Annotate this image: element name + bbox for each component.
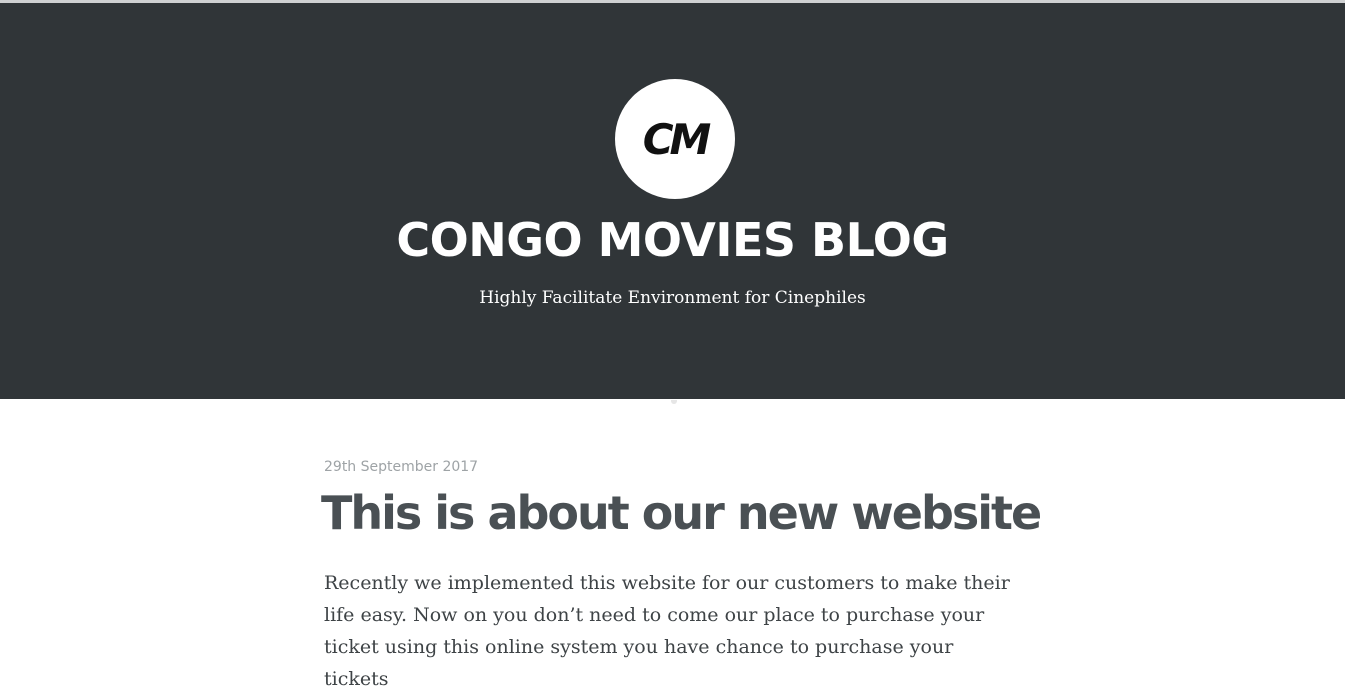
post: 29th September 2017 This is about our ne…	[321, 458, 1042, 695]
site-logo[interactable]: CM	[615, 79, 735, 199]
cm-logo-icon: CM	[643, 116, 715, 162]
post-date: 29th September 2017	[324, 459, 479, 475]
post-title[interactable]: This is about our new website	[321, 486, 1042, 541]
post-body: Recently we implemented this website for…	[324, 571, 1010, 690]
scroll-indicator	[671, 400, 677, 404]
site-header: CM CONGO MOVIES BLOG Highly Facilitate E…	[0, 3, 1345, 404]
blog-title[interactable]: CONGO MOVIES BLOG	[0, 213, 1345, 268]
blog-description: Highly Facilitate Environment for Cineph…	[479, 288, 866, 308]
svg-text:CM: CM	[643, 116, 711, 162]
